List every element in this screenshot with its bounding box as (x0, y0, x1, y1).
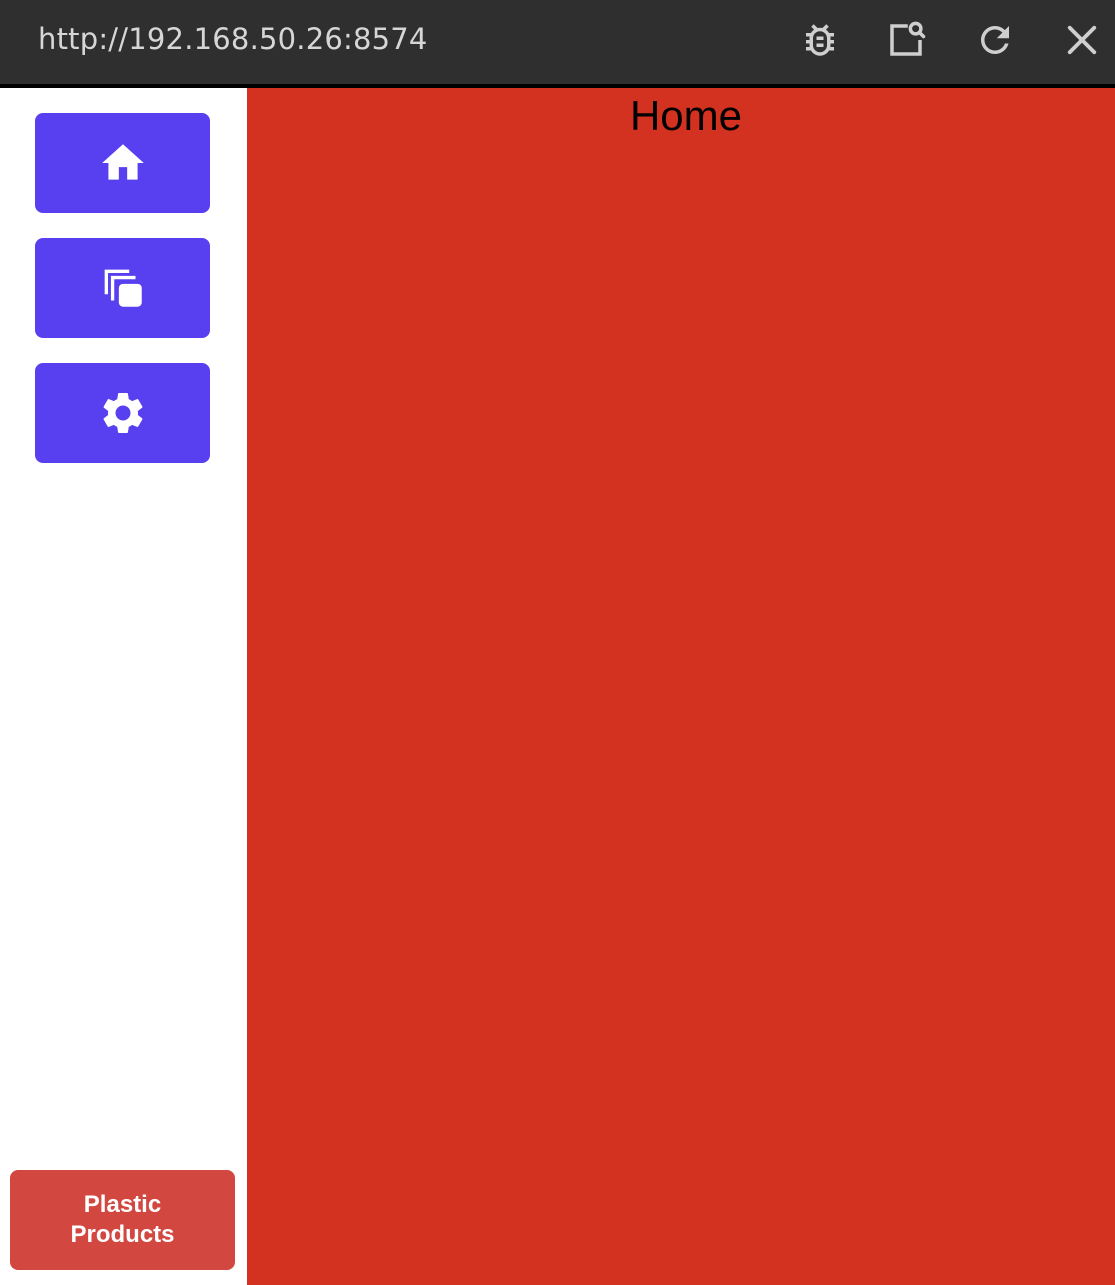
sidebar: Plastic Products (0, 88, 247, 1285)
main-content: Home (247, 88, 1115, 1285)
browser-toolbar: http://192.168.50.26:8574 (0, 0, 1115, 88)
page-title: Home (629, 92, 743, 139)
bug-icon (806, 24, 834, 56)
refresh-icon (981, 26, 1009, 54)
debug-button[interactable] (798, 18, 842, 62)
gear-icon (103, 393, 142, 433)
sidebar-item-settings[interactable] (35, 363, 210, 463)
inspect-button[interactable] (884, 18, 928, 62)
inspect-icon (890, 21, 926, 56)
sidebar-item-copy[interactable] (35, 238, 210, 338)
reload-button[interactable] (973, 18, 1017, 62)
close-button[interactable] (1060, 18, 1104, 62)
sidebar-item-home[interactable] (35, 113, 210, 213)
home-icon (101, 144, 144, 180)
copy-icon (104, 269, 142, 307)
brand-button[interactable]: Plastic Products (10, 1170, 235, 1270)
address-url[interactable]: http://192.168.50.26:8574 (38, 22, 428, 56)
brand-label: Plastic Products (70, 1191, 175, 1248)
close-icon (1067, 25, 1097, 55)
